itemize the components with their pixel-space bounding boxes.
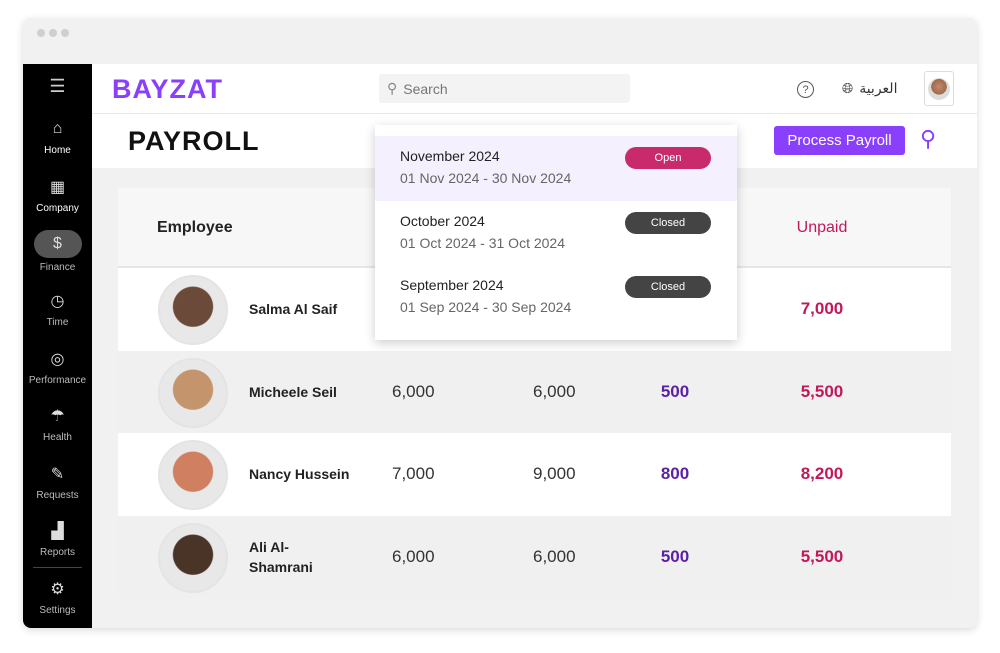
table-row[interactable]: Micheele Seil 6,000 6,000 500 5,500 xyxy=(118,350,951,434)
bayzat-logo[interactable]: BAYZAT xyxy=(112,74,223,105)
cell-value: 6,000 xyxy=(533,381,576,401)
umbrella-icon: ☂ xyxy=(50,408,65,426)
table-row[interactable]: Nancy Hussein 7,000 9,000 800 8,200 xyxy=(118,433,951,516)
process-payroll-button[interactable]: Process Payroll xyxy=(774,126,905,155)
employee-name[interactable]: Nancy Hussein xyxy=(249,433,359,516)
cell-value: 500 xyxy=(660,381,690,401)
clipboard-icon: ✎ xyxy=(50,465,65,483)
dollar-icon: $ xyxy=(33,229,82,258)
period-month: October 2024 xyxy=(400,212,485,229)
sidebar-item-label: Performance xyxy=(28,374,87,386)
employee-avatar xyxy=(158,275,228,345)
period-option[interactable]: September 2024 01 Sep 2024 - 30 Sep 2024 C… xyxy=(375,265,737,330)
cell-value: 6,000 xyxy=(392,381,435,401)
sidebar-item-health[interactable]: ☂ Health xyxy=(23,395,92,452)
language-label: العربية xyxy=(859,80,898,96)
employee-avatar xyxy=(158,357,228,428)
sidebar-item-label: Time xyxy=(46,317,69,329)
hamburger-menu-icon[interactable]: ☰ xyxy=(23,64,92,108)
cell-value: 6,000 xyxy=(533,546,576,566)
sidebar-item-label: Finance xyxy=(39,261,76,273)
unpaid-value: 7,000 xyxy=(800,299,844,319)
building-icon: ▦ xyxy=(49,178,66,196)
search-box[interactable]: ⚲ xyxy=(379,74,630,103)
search-icon[interactable]: ⚲ xyxy=(920,126,936,152)
home-icon: ⌂ xyxy=(52,120,63,138)
employee-avatar xyxy=(158,440,228,510)
employee-name[interactable]: Ali Al- Shamrani xyxy=(249,516,359,599)
employee-avatar xyxy=(158,522,228,593)
window-controls xyxy=(37,29,69,37)
sidebar-item-label: Home xyxy=(44,145,71,157)
clock-icon: ◷ xyxy=(50,293,65,311)
status-badge: Closed xyxy=(625,211,711,234)
employee-name[interactable]: Micheele Seil xyxy=(249,351,359,434)
sidebar-item-label: Health xyxy=(43,432,72,444)
cell-value: 9,000 xyxy=(533,464,576,484)
search-icon: ⚲ xyxy=(387,80,398,96)
cell-value: 7,000 xyxy=(392,464,435,484)
top-header: BAYZAT ⚲ ? 🌐︎ العربية xyxy=(92,64,977,114)
page-title: PAYROLL xyxy=(128,126,260,156)
sidebar-item-performance[interactable]: ◎ Performance xyxy=(23,338,92,395)
cell-value: 800 xyxy=(660,464,690,484)
unpaid-value: 5,500 xyxy=(800,381,844,401)
chart-icon: ▟ xyxy=(51,522,64,540)
period-month: November 2024 xyxy=(400,148,500,164)
status-badge: Open xyxy=(625,147,711,169)
sidebar-item-finance[interactable]: $ Finance xyxy=(23,223,92,280)
avatar xyxy=(928,77,950,100)
status-badge: Closed xyxy=(625,276,711,298)
sidebar-item-settings[interactable]: ⚙ Settings xyxy=(23,568,92,625)
sidebar: ☰ ⌂ Home ▦ Company $ Finance ◷ Time ◎ Perform… xyxy=(23,64,92,628)
sidebar-item-label: Requests xyxy=(36,489,79,501)
period-option[interactable]: November 2024 01 Nov 2024 - 30 Nov 2024 Op… xyxy=(375,136,737,201)
period-range: 01 Oct 2024 - 31 Oct 2024 xyxy=(400,234,565,251)
header-employee[interactable]: Employee xyxy=(157,219,233,237)
user-avatar-button[interactable] xyxy=(924,71,954,106)
globe-icon: 🌐︎ xyxy=(842,80,854,96)
sidebar-item-label: Company xyxy=(36,202,79,214)
sidebar-item-reports[interactable]: ▟ Reports xyxy=(23,510,92,567)
period-range: 01 Sep 2024 - 30 Sep 2024 xyxy=(400,299,572,315)
language-switch[interactable]: 🌐︎ العربية xyxy=(842,80,897,97)
help-icon[interactable]: ? xyxy=(797,81,814,98)
target-icon: ◎ xyxy=(50,350,65,368)
unpaid-value: 8,200 xyxy=(800,464,844,484)
sidebar-item-requests[interactable]: ✎ Requests xyxy=(23,452,92,509)
sidebar-item-label: Settings xyxy=(39,605,76,617)
table-row[interactable]: Ali Al- Shamrani 6,000 6,000 500 5,500 xyxy=(118,515,951,599)
sidebar-item-home[interactable]: ⌂ Home xyxy=(23,108,92,165)
payroll-period-dropdown: November 2024 01 Nov 2024 - 30 Nov 2024 Op… xyxy=(375,125,737,340)
period-month: September 2024 xyxy=(400,277,504,293)
header-unpaid[interactable]: Unpaid xyxy=(782,219,862,237)
sidebar-item-company[interactable]: ▦ Company xyxy=(23,165,92,222)
cell-value: 6,000 xyxy=(392,546,435,566)
search-input[interactable] xyxy=(403,80,604,97)
period-range: 01 Nov 2024 - 30 Nov 2024 xyxy=(400,170,572,186)
sidebar-item-label: Reports xyxy=(39,546,75,558)
period-option[interactable]: October 2024 01 Oct 2024 - 31 Oct 2024 Clo… xyxy=(375,201,737,266)
cell-value: 500 xyxy=(660,546,690,566)
gear-icon: ⚙ xyxy=(50,581,65,599)
unpaid-value: 5,500 xyxy=(800,546,844,566)
sidebar-item-time[interactable]: ◷ Time xyxy=(23,280,92,337)
employee-name[interactable]: Salma Al Saif xyxy=(249,268,359,351)
